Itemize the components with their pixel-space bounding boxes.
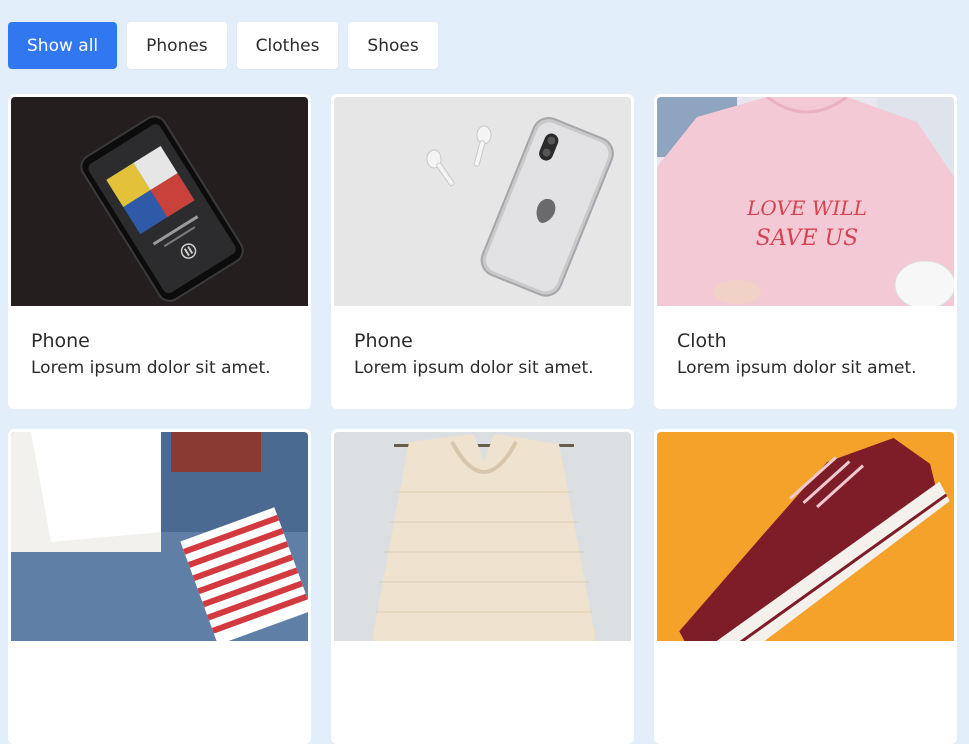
filter-clothes-button[interactable]: Clothes <box>236 22 339 69</box>
card-title: Cloth <box>677 330 727 352</box>
phone-dark-photo-icon <box>11 97 308 306</box>
category-filter-bar: Show all Phones Clothes Shoes <box>8 22 438 69</box>
product-card-clothes-2[interactable] <box>8 429 311 744</box>
card-description: Lorem ipsum dolor sit amet. <box>677 358 917 378</box>
pink-tshirt-photo-icon: LOVE WILL SAVE US <box>657 97 954 306</box>
filter-show-all-button[interactable]: Show all <box>8 22 118 69</box>
folded-clothes-photo-icon <box>11 432 308 641</box>
shirt-text-1: LOVE WILL <box>746 196 867 220</box>
card-title: Phone <box>354 330 413 352</box>
filter-shoes-button[interactable]: Shoes <box>348 22 438 69</box>
product-card-phone-2[interactable]: Phone Lorem ipsum dolor sit amet. <box>331 94 634 409</box>
product-card-shoes[interactable] <box>654 429 957 744</box>
iphone-airpods-photo-icon <box>334 97 631 306</box>
product-card-cloth[interactable]: LOVE WILL SAVE US Cloth Lorem ipsum dolo… <box>654 94 957 409</box>
card-title: Phone <box>31 330 90 352</box>
product-card-phone-1[interactable]: Phone Lorem ipsum dolor sit amet. <box>8 94 311 409</box>
card-description: Lorem ipsum dolor sit amet. <box>31 358 271 378</box>
card-description: Lorem ipsum dolor sit amet. <box>354 358 594 378</box>
product-grid: Phone Lorem ipsum dolor sit amet. Phone … <box>8 94 957 744</box>
product-card-clothes-3[interactable] <box>331 429 634 744</box>
knit-sweater-photo-icon <box>334 432 631 641</box>
red-sneaker-photo-icon <box>657 432 954 641</box>
shirt-text-2: SAVE US <box>756 226 858 251</box>
filter-phones-button[interactable]: Phones <box>127 22 227 69</box>
